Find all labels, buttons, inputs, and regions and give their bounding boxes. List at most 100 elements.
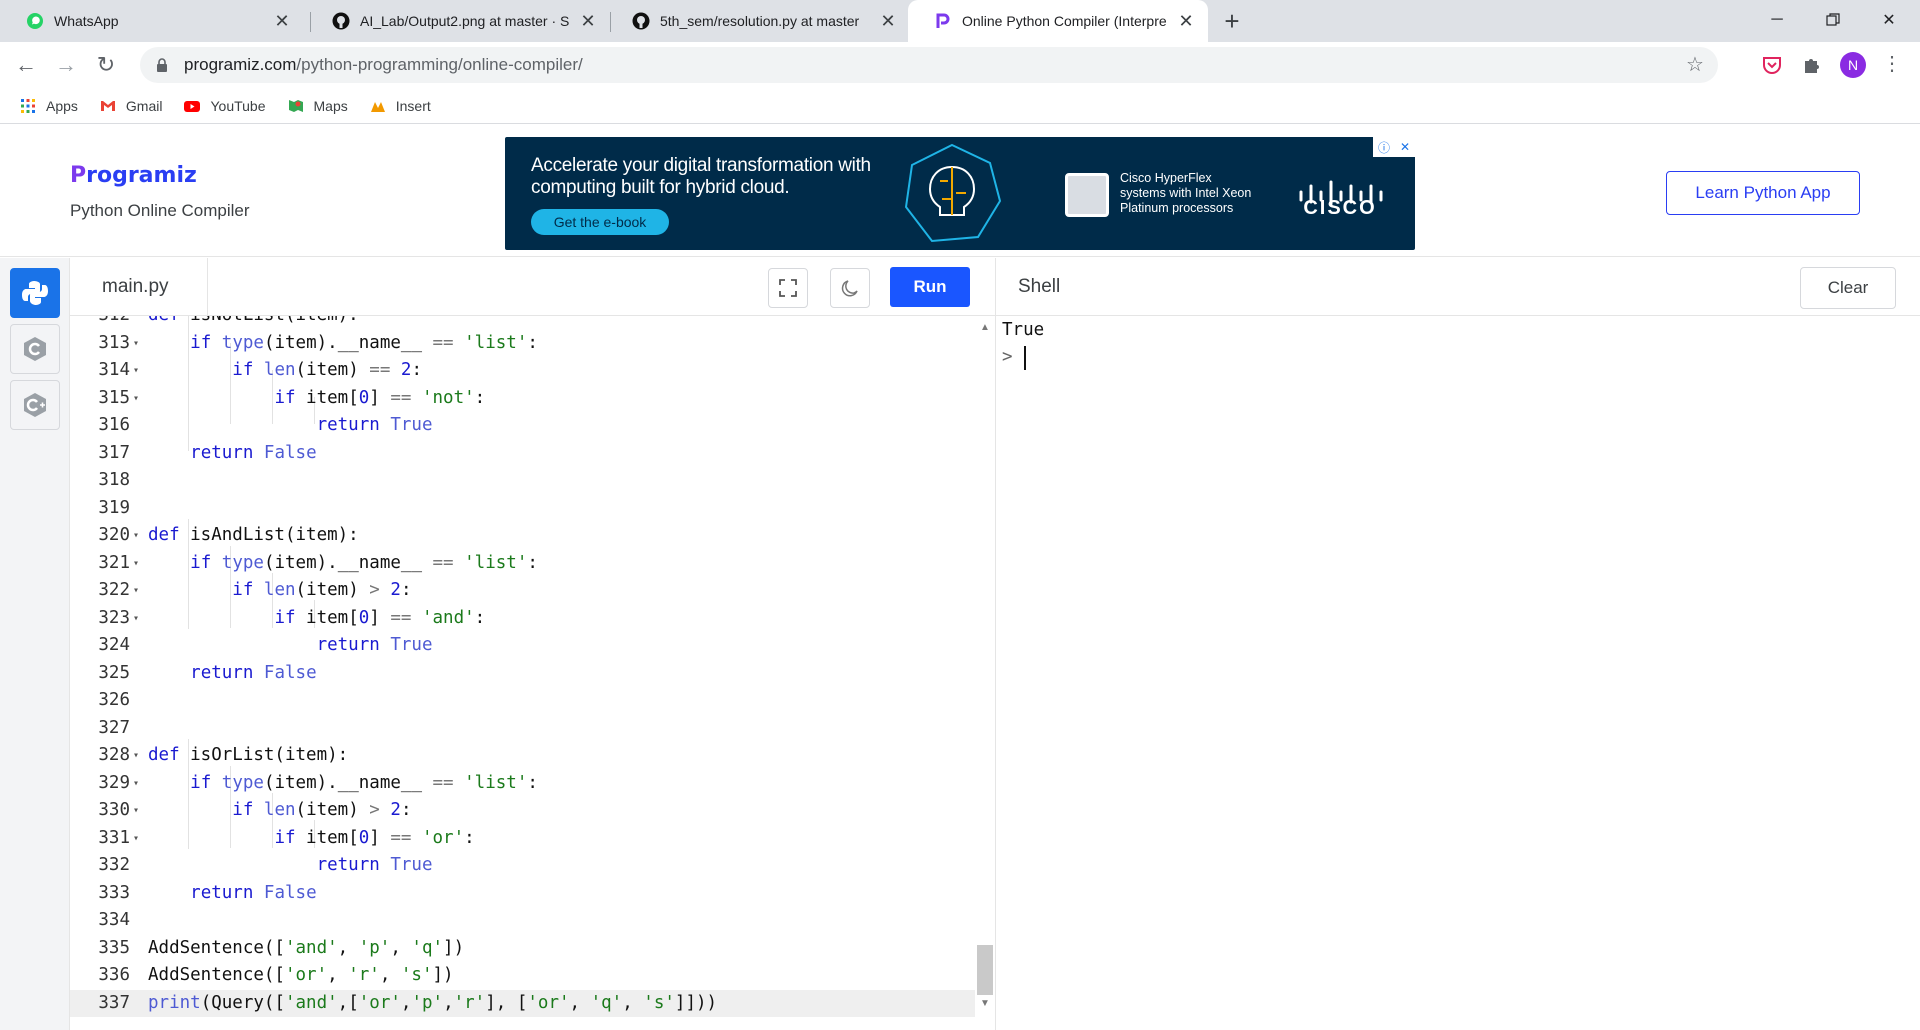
dark-mode-toggle[interactable]	[830, 268, 870, 308]
code-line-331: 331 ▾ if item[0] == 'or':	[70, 825, 975, 853]
close-tab-icon[interactable]: ✕	[578, 11, 598, 31]
lock-icon	[157, 58, 167, 72]
insert-icon	[370, 101, 385, 112]
editor-scroll-thumb[interactable]	[977, 945, 993, 995]
browser-tab-output2[interactable]: AI_Lab/Output2.png at master · S ✕	[306, 0, 610, 42]
tab-title: AI_Lab/Output2.png at master · S	[360, 13, 570, 29]
address-bar[interactable]: programiz.com/python-programming/online-…	[140, 47, 1718, 83]
python-language-button[interactable]	[10, 268, 60, 318]
bookmark-star-icon[interactable]: ☆	[1684, 54, 1706, 76]
fold-arrow-icon[interactable]: ▾	[133, 522, 143, 550]
github-icon	[632, 12, 650, 30]
browser-menu-icon[interactable]: ⋮	[1882, 50, 1902, 78]
ad-info-icon[interactable]: ⓘ	[1378, 139, 1390, 156]
fullscreen-button[interactable]	[768, 268, 808, 308]
browser-tab-resolution[interactable]: 5th_sem/resolution.py at master ✕	[606, 0, 910, 42]
extensions-puzzle-icon[interactable]	[1800, 53, 1824, 77]
fold-arrow-icon[interactable]: ▾	[133, 797, 143, 825]
fold-arrow-icon[interactable]: ▾	[133, 770, 143, 798]
file-tab-main-py[interactable]: main.py	[70, 258, 208, 316]
language-sidebar	[0, 258, 70, 1030]
reload-icon[interactable]: ↻	[92, 51, 120, 79]
bookmark-label: Gmail	[125, 97, 163, 114]
pocket-extension-icon[interactable]	[1760, 53, 1784, 77]
scroll-down-arrow-icon[interactable]: ▼	[978, 998, 992, 1012]
editor-scrollbar[interactable]	[975, 316, 995, 1030]
ad-cta-button[interactable]: Get the e-book	[531, 209, 669, 235]
tab-title: Online Python Compiler (Interpre	[962, 13, 1167, 29]
shell-output[interactable]: True >	[995, 316, 1920, 1030]
logo-text: rogramiz	[86, 163, 197, 188]
fold-arrow-icon[interactable]: ▾	[133, 742, 143, 770]
bookmark-youtube[interactable]: YouTube	[184, 98, 266, 114]
code-line-333: 333 return False	[98, 882, 317, 903]
bookmark-gmail[interactable]: Gmail	[100, 97, 163, 114]
cpp-language-button[interactable]	[10, 380, 60, 430]
fold-arrow-icon[interactable]: ▾	[133, 577, 143, 605]
minimize-icon[interactable]: ─	[1754, 0, 1800, 40]
fold-arrow-icon[interactable]: ▾	[133, 550, 143, 578]
clear-button[interactable]: Clear	[1800, 267, 1896, 309]
bookmark-maps[interactable]: Maps	[288, 98, 348, 114]
run-button[interactable]: Run	[890, 267, 970, 307]
new-tab-button[interactable]: +	[1218, 8, 1246, 36]
c-language-button[interactable]	[10, 324, 60, 374]
code-line-329: 329 ▾ if type(item).__name__ == 'list':	[70, 770, 975, 798]
fold-arrow-icon[interactable]: ▾	[133, 825, 143, 853]
browser-tab-programiz[interactable]: Online Python Compiler (Interpre ✕	[908, 0, 1208, 42]
shell-toolbar: Shell Clear	[995, 258, 1920, 316]
ad-brand: CISCO	[1303, 197, 1377, 219]
maps-icon	[288, 99, 303, 112]
profile-avatar[interactable]: N	[1840, 52, 1866, 78]
close-tab-icon[interactable]: ✕	[1176, 11, 1196, 31]
code-line-320: 320 ▾ def isAndList(item):	[70, 522, 975, 550]
ad-headline: Accelerate your digital transformation w…	[531, 155, 871, 198]
ad-chip-text: Cisco HyperFlex systems with Intel Xeon …	[1120, 171, 1252, 215]
brain-chip-icon	[904, 143, 1002, 243]
close-window-icon[interactable]: ✕	[1866, 0, 1912, 40]
site-header: Programiz Python Online Compiler Acceler…	[0, 127, 1920, 257]
moon-icon	[841, 280, 858, 297]
ad-close-icon[interactable]: ✕	[1400, 140, 1410, 154]
bookmark-insert[interactable]: Insert	[370, 98, 431, 114]
restore-icon[interactable]	[1810, 0, 1856, 40]
back-icon[interactable]: ←	[12, 51, 40, 79]
close-tab-icon[interactable]: ✕	[878, 11, 898, 31]
browser-tab-whatsapp[interactable]: WhatsApp ✕	[0, 0, 304, 42]
browser-toolbar: ← → ↻ programiz.com/python-programming/o…	[0, 42, 1920, 88]
shell-output-line: True	[1002, 320, 1045, 340]
whatsapp-icon	[27, 13, 43, 29]
code-line-332: 332 return True	[98, 855, 433, 875]
apps-grid-icon	[21, 98, 35, 113]
close-tab-icon[interactable]: ✕	[272, 11, 292, 31]
c-icon	[24, 337, 46, 361]
forward-icon[interactable]: →	[52, 51, 80, 79]
code-line-316: 316 return True	[98, 415, 433, 435]
url-text: programiz.com/python-programming/online-…	[184, 55, 583, 75]
code-line-330: 330 ▾ if len(item) > 2:	[70, 797, 975, 825]
fold-arrow-icon[interactable]: ▾	[133, 605, 143, 633]
learn-python-app-button[interactable]: Learn Python App	[1666, 171, 1860, 215]
advertisement-banner[interactable]: Accelerate your digital transformation w…	[505, 137, 1415, 250]
fold-arrow-icon[interactable]: ▾	[133, 330, 143, 358]
fullscreen-icon	[779, 279, 797, 297]
code-line-324: 324 return True	[98, 635, 433, 655]
bookmark-apps[interactable]: Apps	[20, 98, 78, 114]
page-subtitle: Python Online Compiler	[70, 201, 250, 220]
url-host: programiz.com	[184, 55, 297, 74]
code-line-318: 318	[98, 470, 130, 490]
scroll-up-arrow-icon[interactable]: ▲	[978, 322, 992, 336]
logo-letter-p: P	[70, 163, 87, 188]
code-line-319: 319	[98, 497, 130, 518]
ad-choices-badge[interactable]: ⓘ ✕	[1373, 137, 1415, 157]
code-line-322: 322 ▾ if len(item) > 2:	[70, 577, 975, 605]
fold-arrow-icon[interactable]: ▾	[133, 357, 143, 385]
code-line-314: 314 ▾ if len(item) == 2:	[70, 357, 975, 385]
code-line-328: 328 ▾ def isOrList(item):	[70, 742, 975, 770]
code-editor[interactable]: 312def isNotList(item): 313▾ if type(ite…	[70, 316, 975, 1030]
programiz-icon	[936, 13, 950, 28]
gmail-icon	[100, 100, 115, 111]
fold-arrow-icon[interactable]: ▾	[133, 385, 143, 413]
programiz-logo[interactable]: Programiz	[70, 163, 197, 188]
code-line-326: 326	[98, 690, 130, 710]
